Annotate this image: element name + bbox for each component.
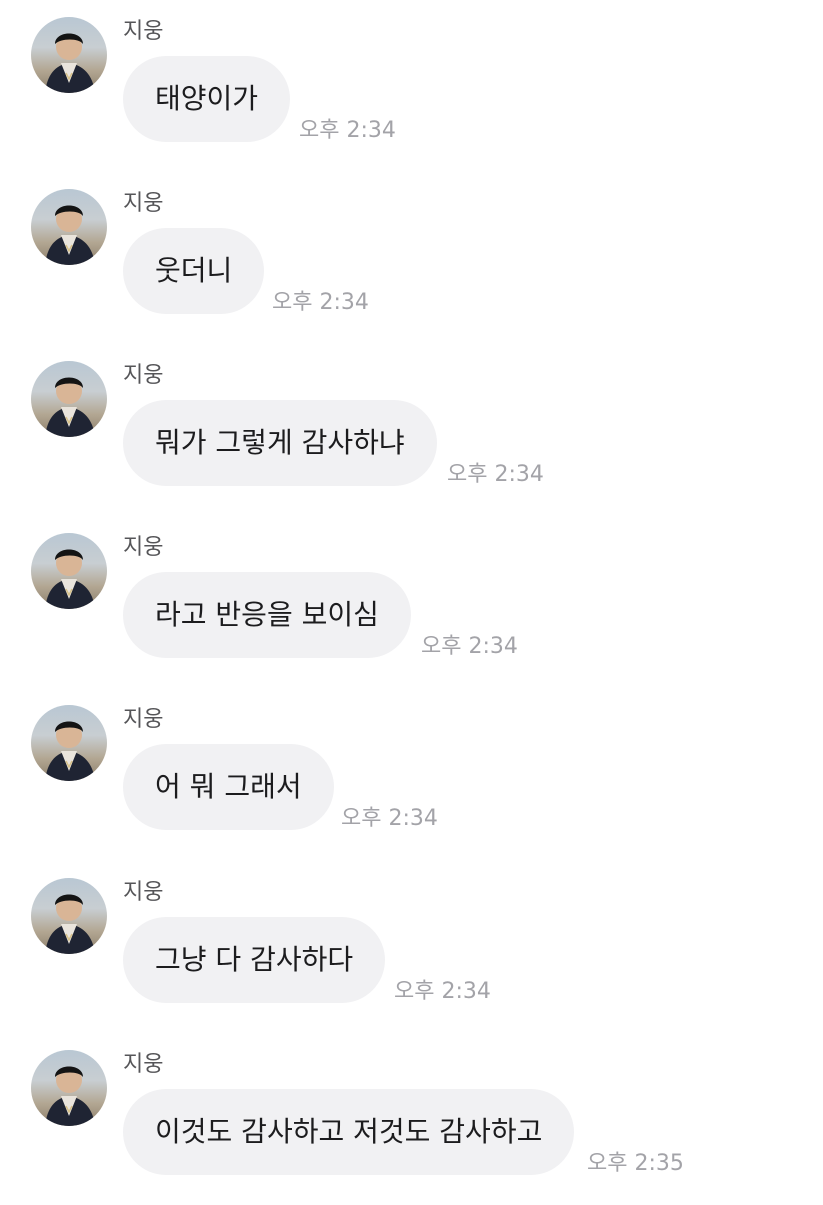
message-row: 지웅 라고 반응을 보이심 오후 2:34	[0, 516, 823, 688]
sender-name: 지웅	[123, 535, 164, 560]
message-bubble[interactable]: 그냥 다 감사하다	[123, 917, 386, 1003]
sender-name: 지웅	[123, 707, 164, 732]
sender-name: 지웅	[123, 191, 164, 216]
sender-name: 지웅	[123, 363, 164, 388]
message-row: 지웅 어 뭐 그래서 오후 2:34	[0, 688, 823, 860]
message-bubble[interactable]: 뭐가 그렇게 감사하냐	[123, 400, 437, 486]
message-row: 지웅 이것도 감사하고 저것도 감사하고 오후 2:35	[0, 1033, 823, 1205]
message-time: 오후 2:34	[299, 118, 396, 143]
sender-name: 지웅	[123, 1052, 164, 1077]
sender-name: 지웅	[123, 19, 164, 44]
message-time: 오후 2:34	[421, 634, 518, 659]
message-row: 지웅 태양이가 오후 2:34	[0, 0, 823, 172]
message-bubble[interactable]: 웃더니	[123, 228, 265, 314]
message-time: 오후 2:34	[394, 979, 491, 1004]
message-bubble[interactable]: 라고 반응을 보이심	[123, 572, 411, 658]
message-bubble[interactable]: 태양이가	[123, 56, 291, 142]
person-avatar-icon	[45, 1066, 95, 1126]
message-time: 오후 2:34	[447, 462, 544, 487]
message-row: 지웅 웃더니 오후 2:34	[0, 172, 823, 344]
message-time: 오후 2:34	[272, 290, 369, 315]
avatar[interactable]	[31, 189, 107, 265]
person-avatar-icon	[45, 377, 95, 437]
message-bubble[interactable]: 이것도 감사하고 저것도 감사하고	[123, 1089, 575, 1175]
person-avatar-icon	[45, 205, 95, 265]
person-avatar-icon	[45, 721, 95, 781]
message-time: 오후 2:35	[587, 1151, 684, 1176]
avatar[interactable]	[31, 361, 107, 437]
sender-name: 지웅	[123, 880, 164, 905]
message-row: 지웅 뭐가 그렇게 감사하냐 오후 2:34	[0, 344, 823, 516]
message-bubble[interactable]: 어 뭐 그래서	[123, 744, 334, 830]
person-avatar-icon	[45, 33, 95, 93]
avatar[interactable]	[31, 533, 107, 609]
message-time: 오후 2:34	[341, 806, 438, 831]
avatar[interactable]	[31, 1050, 107, 1126]
message-row: 지웅 그냥 다 감사하다 오후 2:34	[0, 861, 823, 1033]
chat-thread: 지웅 태양이가 오후 2:34 지웅 웃더니 오후 2:34 지웅 뭐가 그렇게…	[0, 0, 823, 1200]
avatar[interactable]	[31, 705, 107, 781]
person-avatar-icon	[45, 549, 95, 609]
person-avatar-icon	[45, 894, 95, 954]
avatar[interactable]	[31, 17, 107, 93]
avatar[interactable]	[31, 878, 107, 954]
